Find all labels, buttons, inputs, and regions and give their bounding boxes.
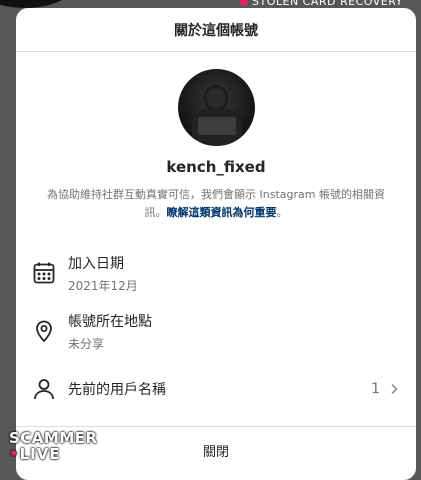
- calendar-icon: [33, 262, 55, 284]
- username: kench_fixed: [166, 158, 266, 176]
- background-avatar: [0, 0, 70, 8]
- account-location-row: 帳號所在地點 未分享: [16, 302, 416, 360]
- former-usernames-label: 先前的用戶名稱: [68, 382, 166, 398]
- about-account-modal: 關於這個帳號 kench_fixed 為協助維持社群互動真實可信，我們會顯示 I…: [16, 8, 416, 480]
- chevron-right-icon: [391, 383, 398, 395]
- location-pin-icon: [36, 320, 52, 343]
- person-icon: [34, 379, 54, 400]
- former-usernames-count: 1: [371, 381, 380, 397]
- learn-why-link[interactable]: 瞭解這類資訊為何重要: [167, 206, 277, 219]
- date-joined-row: 加入日期 2021年12月: [16, 244, 416, 302]
- profile-avatar: [177, 69, 255, 146]
- background-banner: STOLEN CARD RECOVERY: [240, 0, 403, 8]
- scammer-live-watermark: SCAMMER •LIVE: [9, 429, 98, 463]
- account-info-description: 為協助維持社群互動真實可信，我們會顯示 Instagram 帳號的相關資訊。瞭解…: [47, 188, 385, 219]
- date-joined-value: 2021年12月: [68, 278, 138, 293]
- watermark-dot-icon: •: [9, 445, 20, 463]
- red-dot-icon: [240, 0, 248, 6]
- account-location-label: 帳號所在地點: [68, 313, 152, 330]
- former-usernames-row[interactable]: 先前的用戶名稱 1: [16, 360, 416, 418]
- account-location-value: 未分享: [68, 336, 105, 351]
- modal-title: 關於這個帳號: [16, 8, 416, 52]
- date-joined-label: 加入日期: [68, 255, 124, 272]
